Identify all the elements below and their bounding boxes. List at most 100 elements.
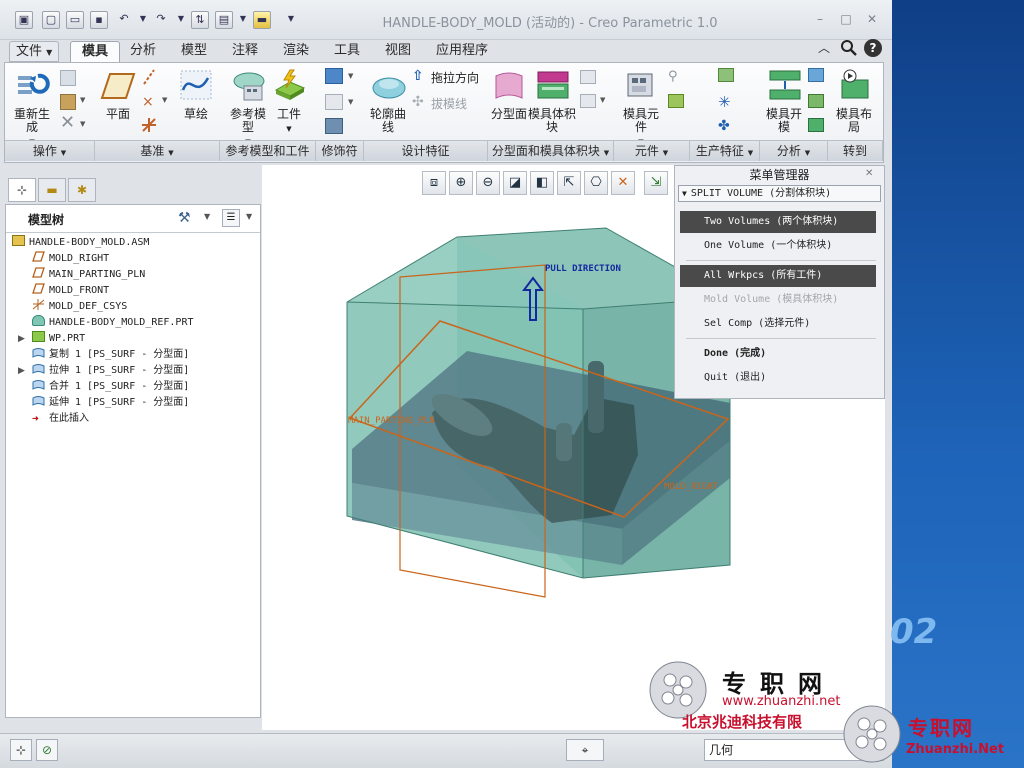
tab-analysis[interactable]: 分析 [124,41,162,62]
plane-icon[interactable] [100,72,136,100]
chevron-down-icon[interactable]: ▼ [348,72,353,80]
expand-arrow-icon[interactable]: ▶ [18,334,25,344]
runner-icon[interactable]: ✳ [718,94,734,110]
tab-applications[interactable]: 应用程序 [430,41,494,62]
group-ref-model-workpiece[interactable]: 参考模型和工件 [220,140,316,161]
model-tree-tab-icon[interactable]: ⊹ [8,178,36,202]
scale-icon[interactable] [325,94,343,110]
find-icon[interactable]: ⌖ [566,739,604,761]
minimize-button[interactable]: – [812,12,828,26]
zoom-in-icon[interactable]: ⊕ [449,171,473,195]
split-icon[interactable] [580,94,596,108]
shrinkage-icon[interactable] [325,68,343,84]
tree-item[interactable]: HANDLE-BODY_MOLD.ASM [12,235,149,251]
help-icon[interactable]: ? [864,39,882,57]
projected-area-icon[interactable] [808,118,824,132]
menu-item-all-workpieces[interactable]: All Wrkpcs (所有工件) [680,265,876,287]
workpiece-button[interactable]: 工件 ▼ [268,108,310,136]
tree-item[interactable]: MOLD_RIGHT [32,251,109,267]
app-logo-icon[interactable]: ▣ [15,11,33,29]
spin-center-icon[interactable]: ⇲ [644,171,668,195]
mold-open-icon[interactable] [768,68,802,102]
redo-icon[interactable]: ↷ [152,11,170,29]
folder-browser-tab-icon[interactable]: ▬ [38,178,66,202]
tree-item[interactable]: 延伸 1 [PS_SURF - 分型面] [32,395,189,411]
delete-icon[interactable]: ✕ [60,114,78,132]
drag-direction-button[interactable]: 拖拉方向 [431,69,479,86]
cosmetic-icon[interactable] [325,118,343,134]
group-modifiers[interactable]: 修饰符 [316,140,364,161]
copy-icon[interactable] [60,70,76,86]
sketch-icon[interactable] [180,70,212,100]
favorites-tab-icon[interactable]: ✱ [68,178,96,202]
tab-tools[interactable]: 工具 [328,41,366,62]
maximize-button[interactable]: □ [838,12,854,26]
mold-layout-button[interactable]: 模具布局 [834,108,874,134]
tab-model[interactable]: 模型 [175,41,213,62]
mold-component-icon[interactable] [624,68,658,102]
saved-views-icon[interactable]: ⎔ [584,171,608,195]
expand-arrow-icon[interactable]: ▶ [18,366,25,376]
repaint-icon[interactable]: ◪ [503,171,527,195]
chevron-down-icon[interactable]: ▼ [162,96,167,104]
redo-dropdown-icon[interactable]: ▼ [172,11,190,29]
tree-item-insert-here[interactable]: ➜ 在此插入 [32,411,89,427]
chevron-down-icon[interactable]: ▼ [600,96,605,104]
new-file-icon[interactable]: ▢ [42,11,60,29]
open-folder-icon[interactable]: ▭ [66,11,84,29]
tree-item[interactable]: 合并 1 [PS_SURF - 分型面] [32,379,189,395]
waterline-icon[interactable] [718,68,734,82]
undo-dropdown-icon[interactable]: ▼ [134,11,152,29]
menu-item-select-component[interactable]: Sel Comp (选择元件) [680,313,876,335]
tab-view[interactable]: 视图 [379,41,417,62]
close-button[interactable]: ✕ [864,12,880,26]
tree-item[interactable]: MOLD_FRONT [32,283,109,299]
shadow-curve-icon[interactable] [580,70,596,84]
tree-item[interactable]: 拉伸 1 [PS_SURF - 分型面] [32,363,189,379]
undo-icon[interactable]: ↶ [115,11,133,29]
ejector-icon[interactable]: ✤ [718,118,734,134]
ejector-pin-icon[interactable]: ⚲ [668,70,684,84]
group-design-features[interactable]: 设计特征 [364,140,488,161]
mold-volume-button[interactable]: 模具体积块 [528,108,576,134]
windows-dropdown-icon[interactable]: ▼ [234,11,252,29]
point-icon[interactable]: × [140,92,158,110]
group-parting-volume[interactable]: 分型面和模具体积块 ▼ [488,140,614,161]
tree-item[interactable]: WP.PRT [32,331,85,347]
thickness-icon[interactable] [808,94,824,108]
tree-show-icon[interactable]: ☰ [222,209,240,227]
group-analysis[interactable]: 分析 ▼ [760,140,828,161]
tree-item[interactable]: 复制 1 [PS_SURF - 分型面] [32,347,189,363]
parting-surface-button[interactable]: 分型面 [490,108,528,121]
mold-layout-icon[interactable] [838,68,872,102]
plane-button[interactable]: 平面 [100,108,136,121]
silhouette-curve-button[interactable]: 轮廓曲线 [368,108,408,134]
group-components[interactable]: 元件 ▼ [614,140,690,161]
menu-item-two-volumes[interactable]: Two Volumes (两个体积块) [680,211,876,233]
split-volume-header[interactable]: ▼ SPLIT VOLUME (分割体积块) [678,185,881,202]
tab-file[interactable]: 文件 ▼ [9,41,60,62]
mold-open-button[interactable]: 模具开模 [764,108,804,134]
parting-surface-icon[interactable] [494,70,524,102]
search-icon[interactable] [840,39,858,57]
close-window-folder-icon[interactable]: ▬ [253,11,271,29]
windows-icon[interactable]: ▤ [215,11,233,29]
reference-model-icon[interactable] [232,68,266,102]
tab-render[interactable]: 渲染 [277,41,315,62]
mold-volume-icon[interactable] [536,68,570,102]
tree-settings-icon[interactable]: ⚒ [178,209,198,227]
tree-item[interactable]: MAIN_PARTING_PLN [32,267,145,283]
tree-item[interactable]: HANDLE-BODY_MOLD_REF.PRT [32,315,194,331]
chevron-down-icon[interactable]: ▼ [80,96,85,104]
axis-icon[interactable] [140,68,158,86]
refit-icon[interactable]: ⧈ [422,171,446,195]
coordinate-system-icon[interactable] [140,116,158,134]
customize-toolbar-icon[interactable]: ▼ [282,11,300,29]
datum-display-icon[interactable]: ✕ [611,171,635,195]
show-navigator-icon[interactable]: ⊹ [10,739,32,761]
chevron-down-icon[interactable]: ▼ [204,212,210,221]
close-icon[interactable]: ✕ [865,168,873,179]
paste-icon[interactable] [60,94,76,110]
tree-item[interactable]: MOLD_DEF_CSYS [32,299,127,315]
regenerate-quick-icon[interactable]: ⇅ [191,11,209,29]
